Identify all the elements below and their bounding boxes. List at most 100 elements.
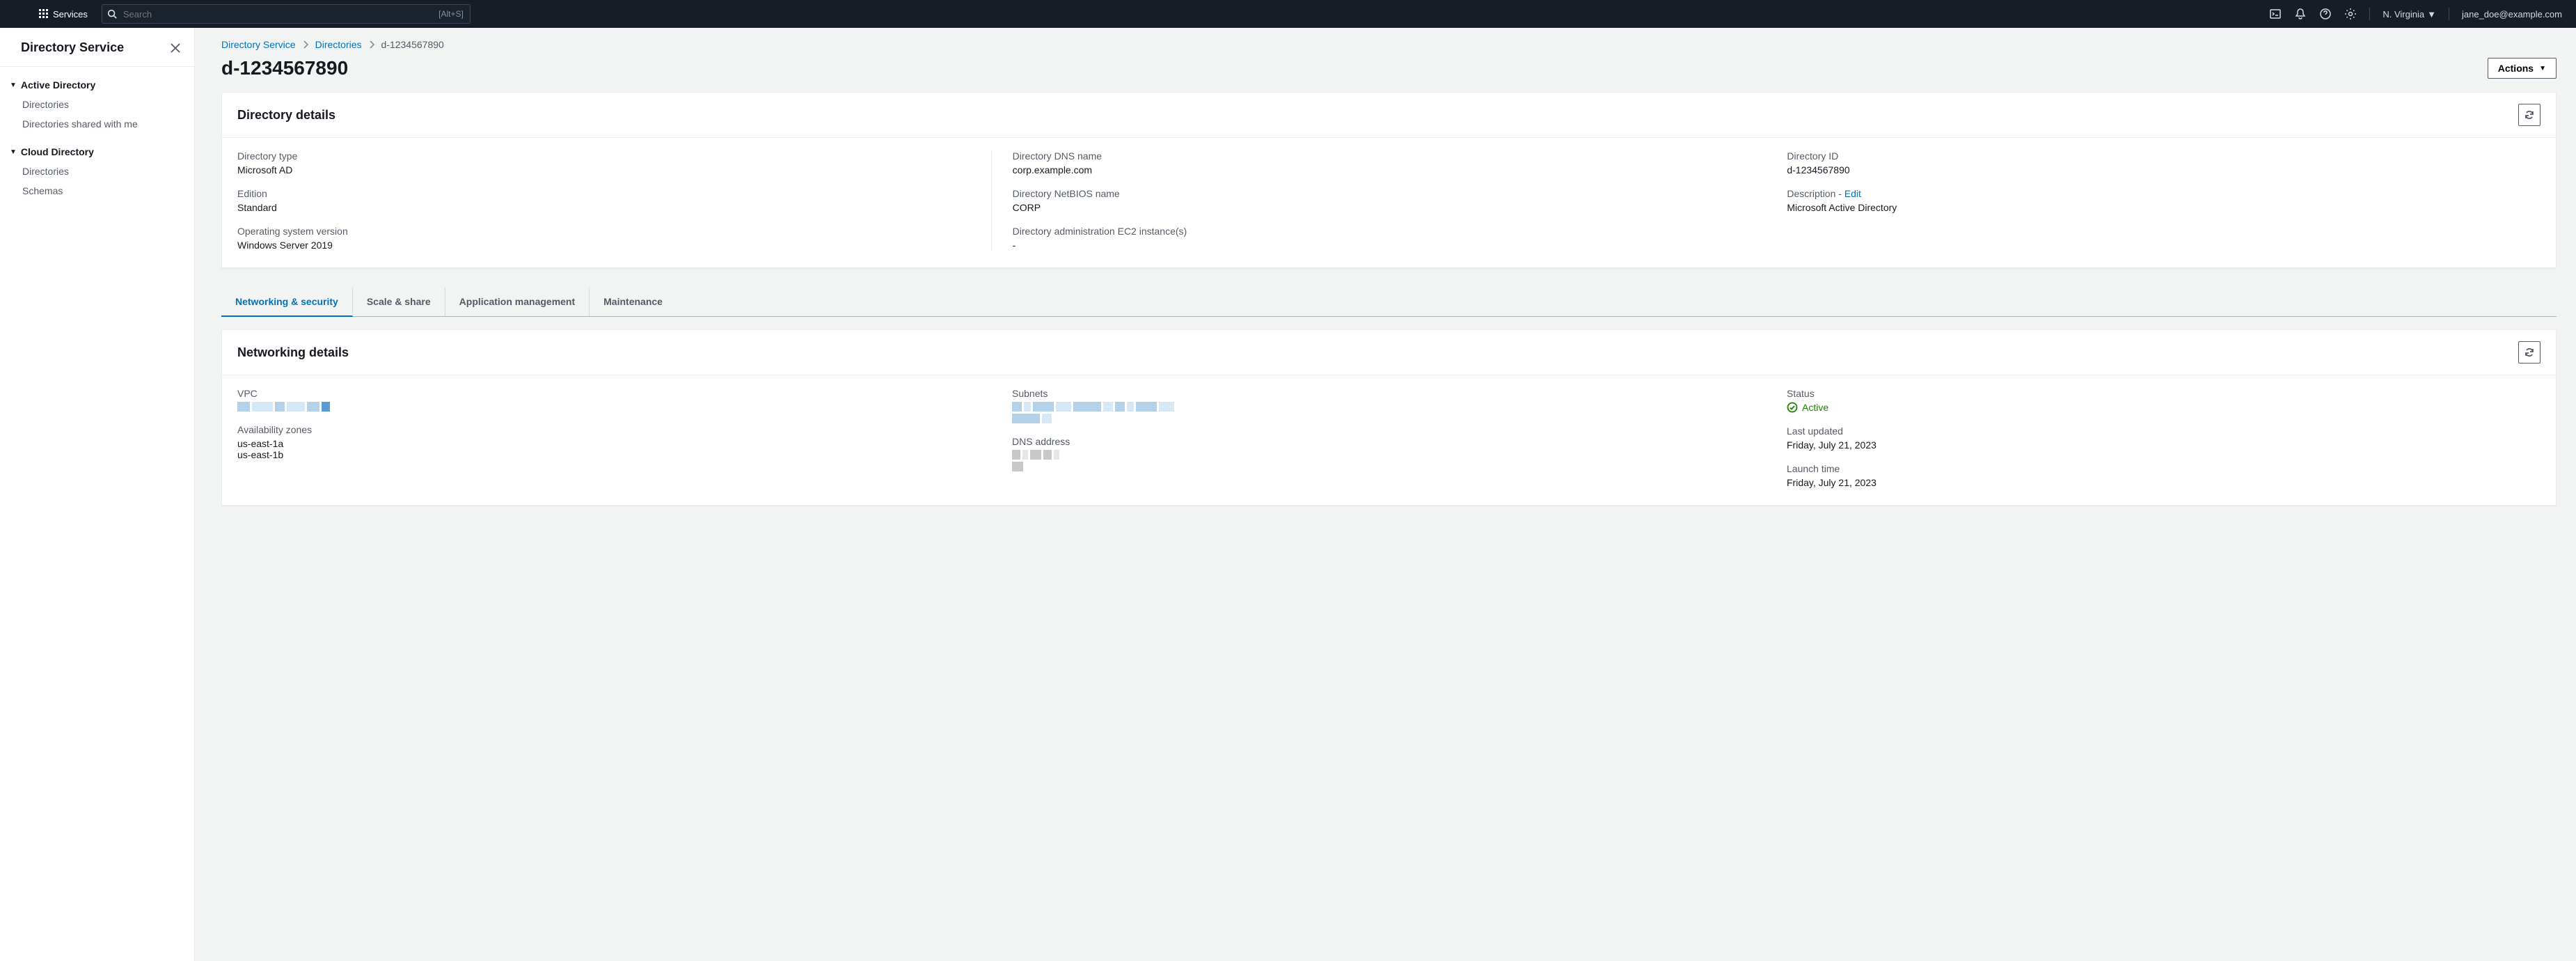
- chevron-right-icon: [303, 40, 308, 49]
- account-menu[interactable]: jane_doe@example.com: [2462, 9, 2562, 19]
- sidebar-item-schemas[interactable]: Schemas: [0, 181, 194, 201]
- tab-maintenance[interactable]: Maintenance: [590, 288, 677, 316]
- netbios-value: CORP: [1013, 202, 1746, 213]
- search-wrap: [Alt+S]: [102, 4, 471, 24]
- subnets-value-redacted: [1012, 402, 1193, 423]
- breadcrumb: Directory Service Directories d-12345678…: [221, 39, 2557, 50]
- detail-col-2: Directory DNS name corp.example.com Dire…: [991, 150, 1767, 251]
- directory-details-panel: Directory details Directory type Microso…: [221, 92, 2557, 268]
- net-col-2: Subnets DNS address: [991, 388, 1766, 488]
- caret-down-icon: ▼: [10, 81, 17, 89]
- search-input[interactable]: [102, 4, 471, 24]
- section-heading-active-directory[interactable]: ▼ Active Directory: [0, 75, 194, 95]
- panel-header: Directory details: [222, 93, 2556, 138]
- search-icon: [107, 9, 117, 19]
- settings-icon[interactable]: [2344, 8, 2357, 20]
- grid-icon: [39, 9, 49, 19]
- services-label: Services: [53, 9, 88, 19]
- sidebar-item-directories[interactable]: Directories: [0, 95, 194, 114]
- caret-down-icon: ▼: [2427, 9, 2436, 19]
- last-updated-label: Last updated: [1787, 425, 2520, 437]
- help-icon[interactable]: [2319, 8, 2332, 20]
- panel-body: VPC Availability zones us-east-1a us-eas…: [222, 375, 2556, 505]
- panel-title: Networking details: [237, 345, 349, 360]
- ec2-value: -: [1013, 240, 1746, 251]
- subnets-label: Subnets: [1012, 388, 1745, 399]
- panel-title: Directory details: [237, 108, 335, 123]
- sidebar-close-button[interactable]: [171, 43, 180, 53]
- section-label: Active Directory: [21, 79, 95, 91]
- refresh-button[interactable]: [2518, 341, 2541, 364]
- page-title: d-1234567890: [221, 57, 348, 79]
- region-label: N. Virginia: [2383, 9, 2424, 19]
- edition-value: Standard: [237, 202, 970, 213]
- networking-details-panel: Networking details VPC: [221, 329, 2557, 506]
- description-edit-link[interactable]: Edit: [1844, 188, 1861, 199]
- breadcrumb-current: d-1234567890: [381, 39, 444, 50]
- detail-col-3: Directory ID d-1234567890 Description - …: [1766, 150, 2541, 251]
- os-value: Windows Server 2019: [237, 240, 970, 251]
- tab-scale-share[interactable]: Scale & share: [353, 288, 445, 316]
- notifications-icon[interactable]: [2294, 8, 2307, 20]
- directory-id-label: Directory ID: [1787, 150, 2520, 162]
- status-value: Active: [1787, 402, 2520, 413]
- ec2-label: Directory administration EC2 instance(s): [1013, 226, 1746, 237]
- section-label: Cloud Directory: [21, 146, 94, 157]
- caret-down-icon: ▼: [2539, 65, 2546, 72]
- page-header: d-1234567890 Actions ▼: [221, 57, 2557, 79]
- chevron-right-icon: [369, 40, 374, 49]
- az-value-1: us-east-1a: [237, 438, 970, 449]
- launch-time-label: Launch time: [1787, 463, 2520, 474]
- os-label: Operating system version: [237, 226, 970, 237]
- panel-body: Directory type Microsoft AD Edition Stan…: [222, 138, 2556, 267]
- actions-button[interactable]: Actions ▼: [2488, 58, 2557, 79]
- sidebar-item-cloud-directories[interactable]: Directories: [0, 162, 194, 181]
- status-active-icon: [1787, 402, 1798, 413]
- sidebar-section-active-directory: ▼ Active Directory Directories Directori…: [0, 67, 194, 142]
- status-label: Status: [1787, 388, 2520, 399]
- username-label: jane_doe@example.com: [2462, 9, 2562, 19]
- launch-time-value: Friday, July 21, 2023: [1787, 477, 2520, 488]
- tab-networking-security[interactable]: Networking & security: [221, 288, 353, 317]
- cloudshell-icon[interactable]: [2269, 8, 2282, 20]
- services-menu[interactable]: Services: [39, 9, 88, 19]
- main-content: Directory Service Directories d-12345678…: [195, 28, 2576, 961]
- search-shortcut: [Alt+S]: [438, 9, 464, 19]
- sidebar-header: Directory Service: [0, 28, 194, 67]
- vpc-label: VPC: [237, 388, 970, 399]
- edition-label: Edition: [237, 188, 970, 199]
- actions-label: Actions: [2498, 63, 2534, 74]
- az-label: Availability zones: [237, 424, 970, 435]
- directory-type-label: Directory type: [237, 150, 970, 162]
- caret-down-icon: ▼: [10, 148, 17, 156]
- nav-right: N. Virginia ▼ jane_doe@example.com: [2269, 8, 2562, 20]
- sidebar: Directory Service ▼ Active Directory Dir…: [0, 28, 195, 961]
- sidebar-title: Directory Service: [21, 40, 124, 55]
- vpc-value-redacted: [237, 402, 390, 412]
- netbios-label: Directory NetBIOS name: [1013, 188, 1746, 199]
- dns-name-value: corp.example.com: [1013, 164, 1746, 175]
- detail-col-1: Directory type Microsoft AD Edition Stan…: [237, 150, 991, 251]
- dns-address-label: DNS address: [1012, 436, 1745, 447]
- nav-divider: [2369, 8, 2370, 20]
- breadcrumb-root[interactable]: Directory Service: [221, 39, 296, 50]
- last-updated-value: Friday, July 21, 2023: [1787, 439, 2520, 451]
- tabs: Networking & security Scale & share Appl…: [221, 288, 2557, 317]
- tab-application-management[interactable]: Application management: [445, 288, 590, 316]
- description-label-text: Description -: [1787, 188, 1844, 199]
- sidebar-item-directories-shared[interactable]: Directories shared with me: [0, 114, 194, 134]
- sidebar-section-cloud-directory: ▼ Cloud Directory Directories Schemas: [0, 142, 194, 209]
- panel-header: Networking details: [222, 330, 2556, 375]
- status-text: Active: [1802, 402, 1828, 413]
- az-value-2: us-east-1b: [237, 449, 970, 460]
- breadcrumb-directories[interactable]: Directories: [315, 39, 362, 50]
- top-nav: Services [Alt+S] N. Virginia ▼ j: [0, 0, 2576, 28]
- directory-type-value: Microsoft AD: [237, 164, 970, 175]
- description-label: Description - Edit: [1787, 188, 2520, 199]
- description-value: Microsoft Active Directory: [1787, 202, 2520, 213]
- net-col-1: VPC Availability zones us-east-1a us-eas…: [237, 388, 991, 488]
- section-heading-cloud-directory[interactable]: ▼ Cloud Directory: [0, 142, 194, 162]
- aws-logo[interactable]: [14, 6, 31, 22]
- region-selector[interactable]: N. Virginia ▼: [2383, 9, 2436, 19]
- refresh-button[interactable]: [2518, 104, 2541, 126]
